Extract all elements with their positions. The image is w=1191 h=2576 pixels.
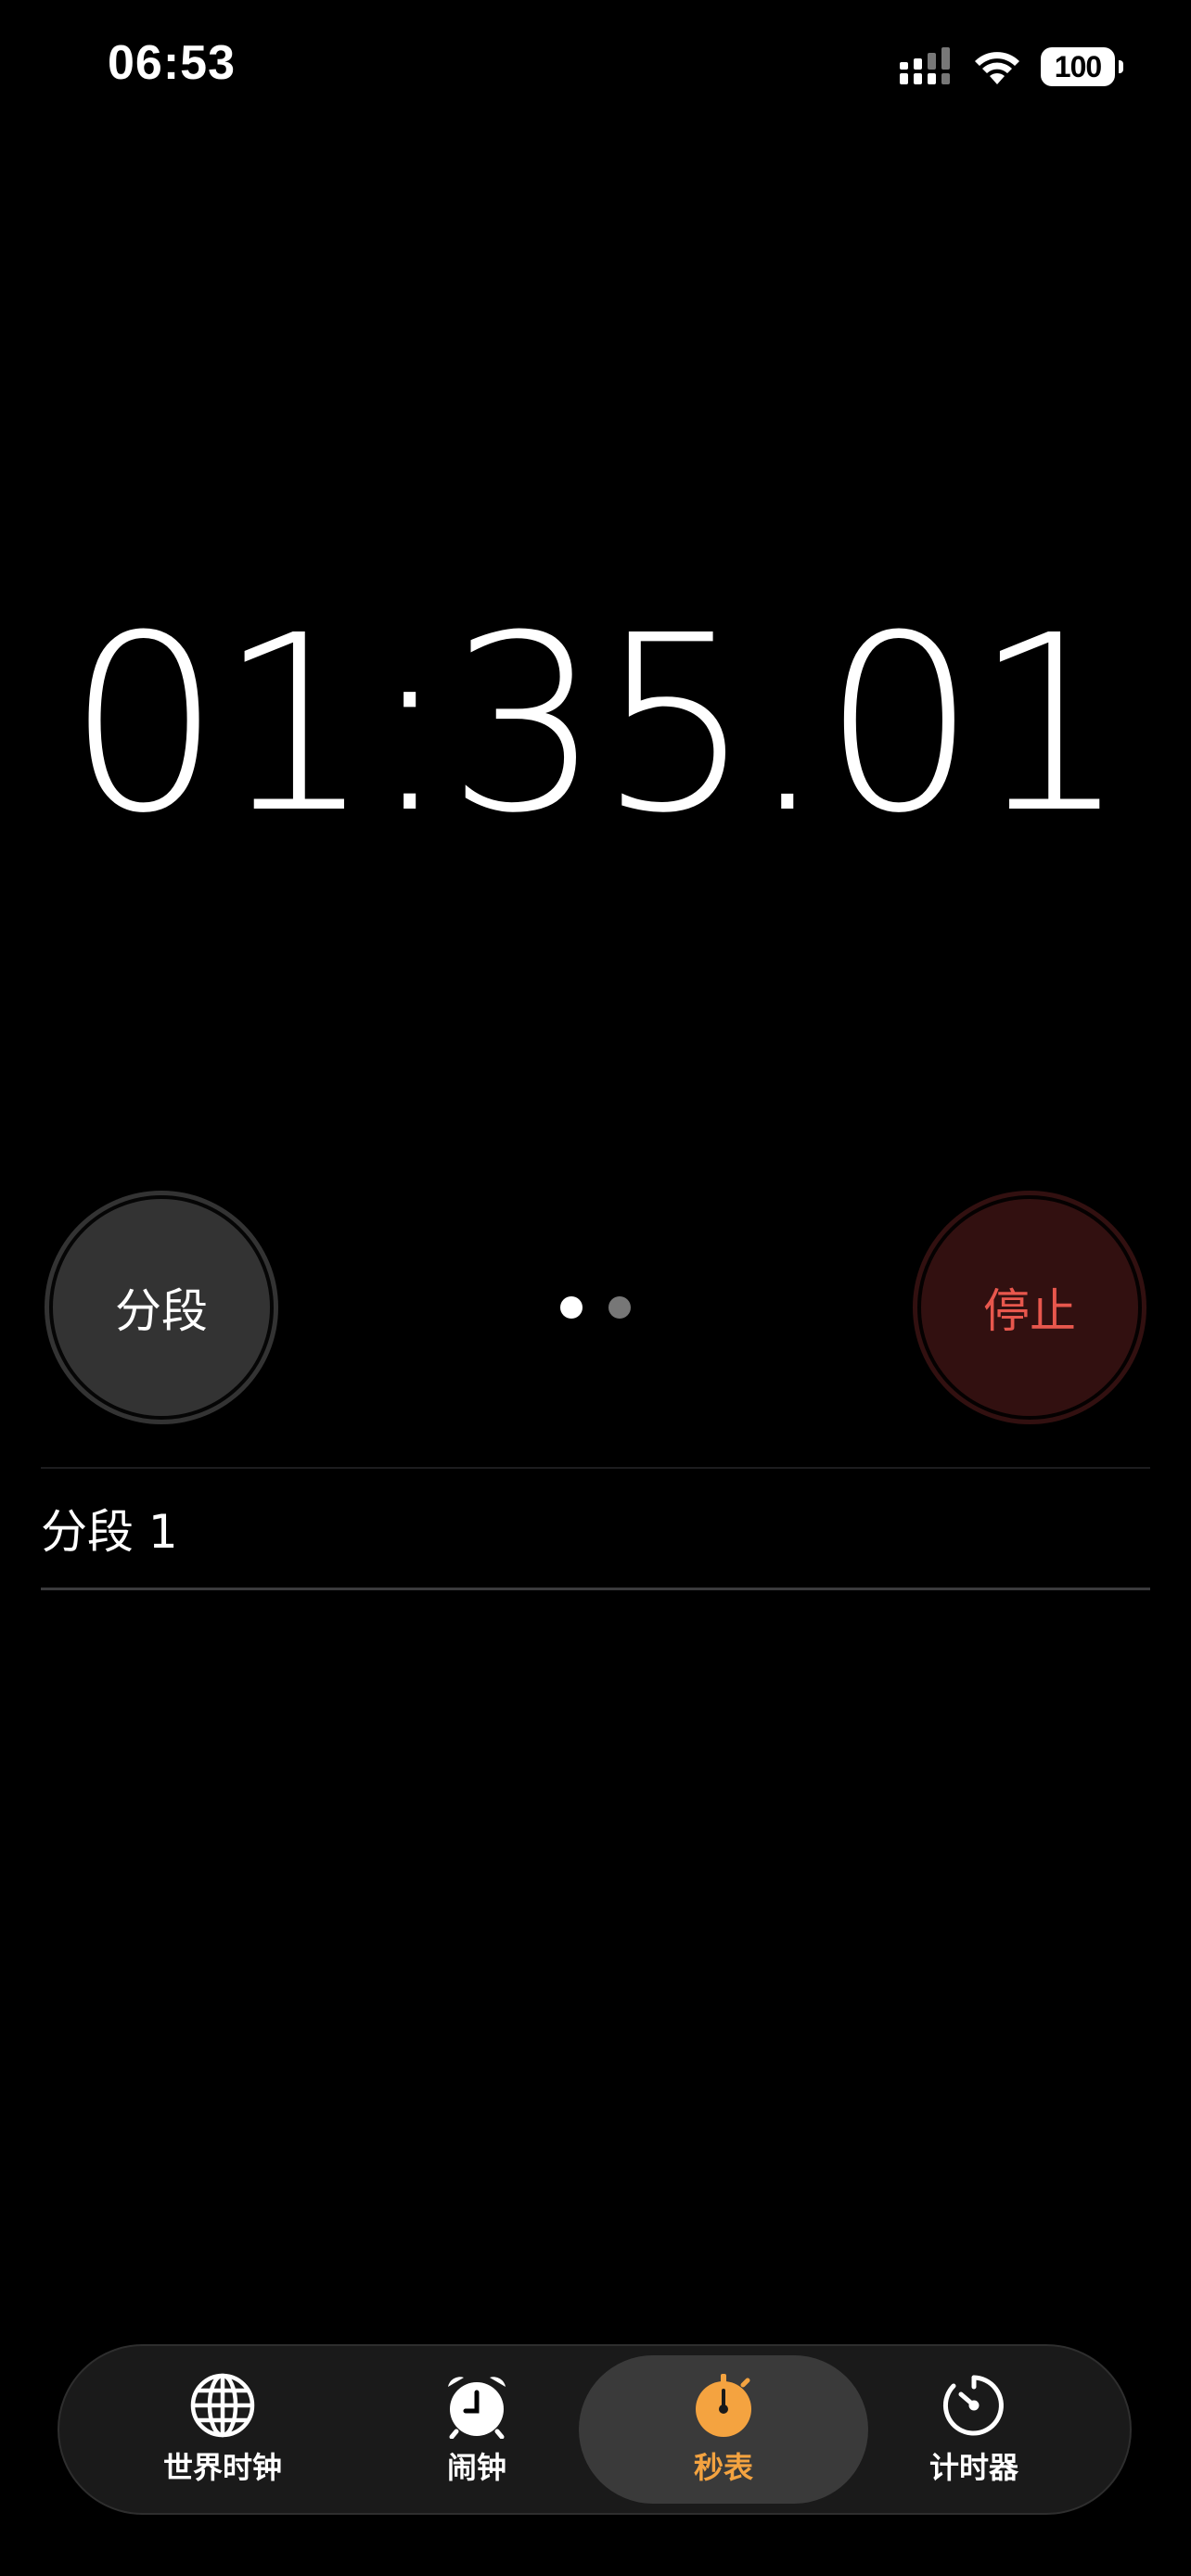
tab-stopwatch[interactable]: 秒表 bbox=[579, 2355, 868, 2504]
page-indicator[interactable] bbox=[560, 1296, 631, 1319]
wifi-icon bbox=[972, 47, 1022, 86]
lap-row: 分段 1 bbox=[41, 1469, 1150, 1590]
elapsed-time: 01:35.01 bbox=[67, 583, 1128, 866]
status-indicators: 100 bbox=[898, 41, 1123, 93]
cellular-signal-icon bbox=[898, 47, 954, 86]
page-dot-2 bbox=[608, 1296, 631, 1319]
battery-icon: 100 bbox=[1041, 47, 1123, 86]
tab-world-clock[interactable]: 世界时钟 bbox=[78, 2355, 367, 2504]
globe-icon bbox=[189, 2372, 256, 2439]
tab-timer[interactable]: 计时器 bbox=[829, 2355, 1119, 2504]
page-dot-1 bbox=[560, 1296, 583, 1319]
stop-button[interactable]: 停止 bbox=[913, 1191, 1146, 1424]
lap-button-label: 分段 bbox=[115, 1284, 208, 1338]
alarm-clock-icon bbox=[443, 2372, 510, 2439]
lap-list: 分段 1 bbox=[41, 1467, 1150, 1590]
stop-button-label: 停止 bbox=[983, 1284, 1076, 1338]
timer-icon bbox=[941, 2372, 1007, 2439]
battery-level: 100 bbox=[1054, 49, 1102, 83]
tab-label-stopwatch: 秒表 bbox=[693, 2450, 753, 2485]
tab-label-timer: 计时器 bbox=[928, 2450, 1018, 2485]
lap-button[interactable]: 分段 bbox=[45, 1191, 278, 1424]
tab-label-alarm: 闹钟 bbox=[446, 2450, 506, 2485]
status-time: 06:53 bbox=[108, 36, 236, 90]
tab-label-world-clock: 世界时钟 bbox=[162, 2450, 282, 2485]
stopwatch-icon bbox=[690, 2372, 757, 2439]
lap-label: 分段 1 bbox=[41, 1505, 178, 1559]
tab-bar: 世界时钟 闹钟 秒表 计时器 bbox=[58, 2344, 1132, 2515]
